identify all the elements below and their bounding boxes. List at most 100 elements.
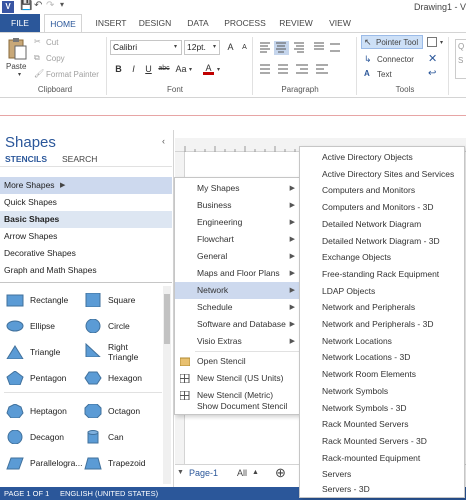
italic-button[interactable]: I (128, 63, 139, 75)
tab-view[interactable]: VIEW (324, 14, 356, 32)
menu-item-network-peripherals[interactable]: Network and Peripherals (300, 299, 464, 316)
shape-circle[interactable]: Circle (84, 317, 162, 343)
paste-button[interactable]: Paste (6, 62, 26, 71)
menu-item-exchange-objects[interactable]: Exchange Objects (300, 249, 464, 266)
menu-item-engineering[interactable]: Engineering ▶ (175, 214, 299, 231)
menu-item-network-room-elements[interactable]: Network Room Elements (300, 366, 464, 383)
collapse-pane-icon[interactable]: ‹ (162, 136, 165, 146)
shape-ellipse[interactable]: Ellipse (6, 317, 82, 343)
tab-data[interactable]: DATA (182, 14, 214, 32)
font-name-box[interactable]: Calibri (110, 40, 182, 55)
stencil-arrow-shapes[interactable]: Arrow Shapes (0, 228, 172, 245)
underline-button[interactable]: U (143, 63, 154, 75)
scroll-pages-icon[interactable]: ▼ (177, 469, 184, 476)
stencil-decorative-shapes[interactable]: Decorative Shapes (0, 245, 172, 262)
save-icon[interactable]: 💾 (20, 0, 32, 11)
stencil-basic-shapes[interactable]: Basic Shapes (0, 211, 172, 228)
page-tab[interactable]: Page-1 (189, 468, 218, 478)
grow-font-button[interactable]: A (225, 41, 236, 53)
tab-stencils[interactable]: STENCILS (5, 154, 47, 164)
paste-dropdown-icon[interactable]: ▾ (18, 71, 21, 78)
tab-review[interactable]: REVIEW (276, 14, 316, 32)
menu-item-business[interactable]: Business ▶ (175, 197, 299, 214)
menu-item-general[interactable]: General ▶ (175, 248, 299, 265)
menu-item-my-shapes[interactable]: My Shapes ▶ (175, 180, 299, 197)
menu-item-visio-extras[interactable]: Visio Extras ▶ (175, 333, 299, 350)
change-case-dropdown-icon[interactable]: ▾ (189, 66, 192, 73)
menu-item-computers-monitors-3d[interactable]: Computers and Monitors - 3D (300, 199, 464, 216)
menu-item-schedule[interactable]: Schedule ▶ (175, 299, 299, 316)
connection-point-icon[interactable]: ✕ (428, 52, 437, 65)
menu-item-new-stencil-us[interactable]: New Stencil (US Units) (175, 370, 299, 387)
cut-button[interactable]: Cut (46, 38, 58, 47)
text-tool-button[interactable]: Text (377, 70, 392, 79)
styles-gallery-partial[interactable]: Q S (455, 39, 466, 79)
menu-item-detailed-network-diagram[interactable]: Detailed Network Diagram (300, 216, 464, 233)
menu-item-detailed-network-diagram-3d[interactable]: Detailed Network Diagram - 3D (300, 233, 464, 250)
menu-item-rack-mounted-servers-3d[interactable]: Rack Mounted Servers - 3D (300, 433, 464, 450)
bold-button[interactable]: B (113, 63, 124, 75)
language-indicator[interactable]: ENGLISH (UNITED STATES) (60, 487, 158, 500)
menu-item-rack-mounted-servers[interactable]: Rack Mounted Servers (300, 416, 464, 433)
pointer-tool-button[interactable]: ↖ Pointer Tool (361, 35, 423, 49)
menu-item-network[interactable]: Network ▶ (175, 282, 299, 299)
menu-item-computers-monitors[interactable]: Computers and Monitors (300, 182, 464, 199)
shape-trapezoid[interactable]: Trapezoid (84, 454, 162, 480)
menu-item-show-document-stencil[interactable]: Show Document Stencil (175, 398, 299, 415)
shape-heptagon[interactable]: Heptagon (6, 402, 82, 428)
menu-item-active-directory-sites[interactable]: Active Directory Sites and Services (300, 166, 464, 183)
all-pages-button[interactable]: All (237, 468, 247, 478)
format-painter-button[interactable]: Format Painter (46, 70, 99, 79)
menu-item-rack-mounted-equipment[interactable]: Rack-mounted Equipment (300, 450, 464, 467)
menu-item-network-locations-3d[interactable]: Network Locations - 3D (300, 349, 464, 366)
tab-search[interactable]: SEARCH (62, 154, 97, 164)
shape-octagon[interactable]: Octagon (84, 402, 162, 428)
stencil-graph-math-shapes[interactable]: Graph and Math Shapes (0, 262, 172, 279)
menu-item-software-database[interactable]: Software and Database ▶ (175, 316, 299, 333)
scrollbar-thumb[interactable] (164, 294, 170, 344)
shape-parallelogram[interactable]: Parallelogra... (6, 454, 82, 480)
menu-item-network-locations[interactable]: Network Locations (300, 333, 464, 350)
menu-item-maps-floor-plans[interactable]: Maps and Floor Plans ▶ (175, 265, 299, 282)
font-size-dropdown-icon[interactable]: ▾ (213, 43, 216, 50)
menu-item-network-peripherals-3d[interactable]: Network and Peripherals - 3D (300, 316, 464, 333)
crop-tool-icon[interactable]: ↩ (428, 68, 436, 79)
tab-file[interactable]: FILE (0, 14, 40, 32)
menu-item-open-stencil[interactable]: Open Stencil (175, 353, 299, 370)
menu-item-network-symbols[interactable]: Network Symbols (300, 383, 464, 400)
stencil-more-shapes[interactable]: More Shapes ▶ (0, 177, 172, 194)
stencil-quick-shapes[interactable]: Quick Shapes (0, 194, 172, 211)
page-info[interactable]: PAGE 1 OF 1 (4, 487, 49, 500)
paste-icon[interactable] (6, 37, 28, 61)
font-color-button[interactable]: A (203, 62, 214, 75)
add-page-icon[interactable]: ⊕ (275, 465, 286, 481)
tab-process[interactable]: PROCESS (222, 14, 268, 32)
shapes-scrollbar[interactable] (163, 286, 171, 484)
tab-home[interactable]: HOME (44, 14, 82, 32)
shape-square[interactable]: Square (84, 291, 162, 317)
strikethrough-button[interactable]: abc (156, 63, 172, 75)
menu-item-ldap-objects[interactable]: LDAP Objects (300, 283, 464, 300)
undo-icon[interactable]: ↶ (34, 0, 42, 11)
shape-decagon[interactable]: Decagon (6, 428, 82, 454)
menu-item-active-directory-objects[interactable]: Active Directory Objects (300, 149, 464, 166)
menu-item-flowchart[interactable]: Flowchart ▶ (175, 231, 299, 248)
menu-item-free-standing-rack[interactable]: Free-standing Rack Equipment (300, 266, 464, 283)
change-case-button[interactable]: Aa (174, 63, 188, 75)
copy-button[interactable]: Copy (46, 54, 65, 63)
menu-item-network-symbols-3d[interactable]: Network Symbols - 3D (300, 400, 464, 417)
customize-icon[interactable]: ▾ (60, 0, 64, 9)
tab-insert[interactable]: INSERT (92, 14, 130, 32)
menu-item-servers-3d[interactable]: Servers - 3D (300, 481, 464, 498)
tab-design[interactable]: DESIGN (136, 14, 174, 32)
shape-right-triangle[interactable]: Right Triangle (84, 341, 162, 369)
shrink-font-button[interactable]: A (239, 42, 250, 54)
font-name-dropdown-icon[interactable]: ▾ (174, 43, 177, 50)
shape-triangle[interactable]: Triangle (6, 343, 82, 369)
shape-rectangle[interactable]: Rectangle (6, 291, 82, 317)
connector-button[interactable]: Connector (377, 55, 414, 64)
redo-icon[interactable]: ↷ (46, 0, 54, 11)
shape-tool-dropdown-icon[interactable]: ▾ (440, 39, 443, 46)
shape-can[interactable]: Can (84, 428, 162, 454)
rectangle-tool-icon[interactable] (427, 37, 437, 47)
